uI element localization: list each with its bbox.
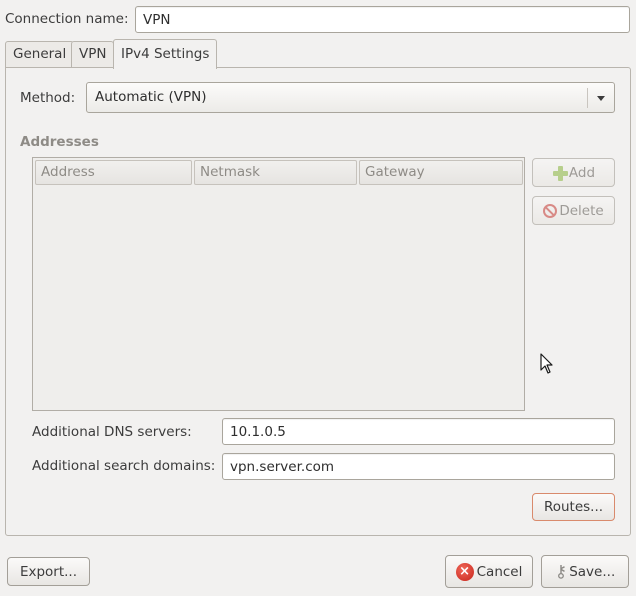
tab-vpn[interactable]: VPN	[71, 41, 115, 67]
plus-icon	[552, 165, 568, 181]
method-label: Method:	[20, 90, 76, 106]
search-domains-field[interactable]: vpn.server.com	[222, 453, 615, 480]
tab-ipv4-settings[interactable]: IPv4 Settings	[113, 39, 218, 69]
mouse-pointer-icon	[540, 353, 553, 374]
keys-icon: ⚷	[554, 561, 568, 582]
tab-general[interactable]: General	[5, 41, 75, 67]
cancel-button[interactable]: × Cancel	[445, 555, 533, 588]
addresses-heading: Addresses	[20, 134, 99, 150]
add-button[interactable]: Add	[532, 158, 615, 187]
column-header-address[interactable]: Address	[35, 160, 192, 185]
combo-separator	[587, 88, 588, 108]
method-select-value: Automatic (VPN)	[95, 89, 207, 105]
search-domains-label: Additional search domains:	[32, 458, 216, 474]
delete-button[interactable]: Delete	[532, 196, 615, 225]
no-sign-icon	[543, 203, 558, 218]
routes-button[interactable]: Routes...	[532, 493, 615, 521]
cancel-button-label: Cancel	[476, 563, 523, 580]
cancel-icon: ×	[455, 562, 474, 581]
export-button[interactable]: Export...	[7, 557, 90, 586]
chevron-down-icon	[597, 96, 605, 101]
method-select[interactable]: Automatic (VPN)	[86, 82, 615, 113]
delete-button-label: Delete	[559, 202, 604, 219]
connection-name-label: Connection name:	[5, 11, 129, 27]
column-header-gateway[interactable]: Gateway	[359, 160, 523, 185]
column-header-netmask[interactable]: Netmask	[194, 160, 357, 185]
save-button[interactable]: ⚷ Save...	[541, 555, 629, 588]
dns-servers-label: Additional DNS servers:	[32, 424, 192, 440]
save-button-label: Save...	[569, 563, 616, 580]
add-button-label: Add	[568, 164, 596, 181]
dns-servers-field[interactable]: 10.1.0.5	[222, 418, 615, 445]
connection-name-field[interactable]: VPN	[135, 6, 630, 33]
addresses-table[interactable]: Address Netmask Gateway	[32, 157, 525, 411]
